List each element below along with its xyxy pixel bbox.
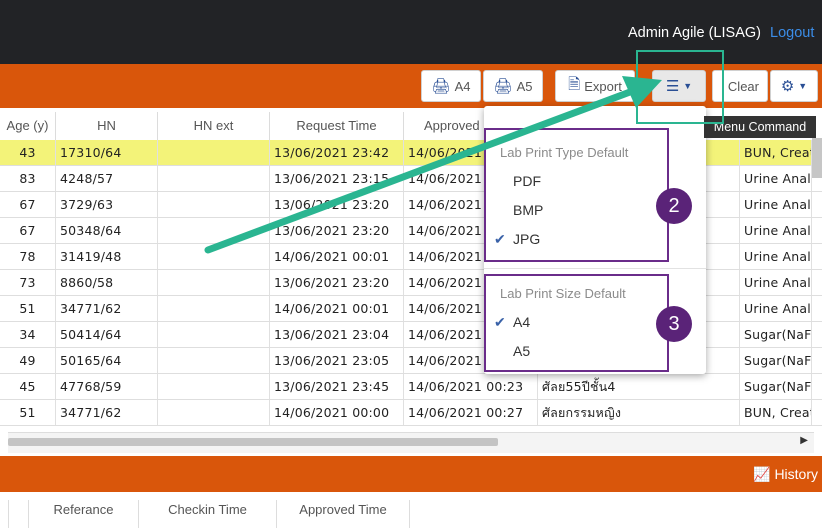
annotation-arrow bbox=[204, 76, 662, 254]
